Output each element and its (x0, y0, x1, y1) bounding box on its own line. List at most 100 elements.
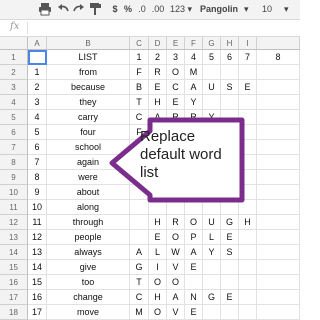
table-cell[interactable] (257, 200, 300, 215)
table-cell[interactable]: 3 (28, 95, 47, 110)
table-cell[interactable]: U (203, 80, 221, 95)
table-cell[interactable]: T (130, 95, 149, 110)
table-cell[interactable] (130, 200, 149, 215)
table-cell[interactable]: H (149, 215, 167, 230)
row-header[interactable]: 15 (0, 260, 28, 275)
row-header[interactable]: 12 (0, 215, 28, 230)
table-cell[interactable] (257, 215, 300, 230)
row-header[interactable]: 7 (0, 140, 28, 155)
table-cell[interactable] (257, 260, 300, 275)
table-cell[interactable] (257, 230, 300, 245)
table-cell[interactable]: R (185, 110, 203, 125)
table-cell[interactable]: E (185, 305, 203, 320)
column-header-g[interactable]: G (203, 37, 221, 50)
table-cell[interactable]: people (47, 230, 130, 245)
table-cell[interactable] (239, 245, 257, 260)
table-cell[interactable]: LIST (47, 50, 130, 65)
table-cell[interactable]: O (185, 215, 203, 230)
table-cell[interactable]: 17 (28, 305, 47, 320)
table-cell[interactable]: R (149, 65, 167, 80)
row-header[interactable]: 8 (0, 155, 28, 170)
table-cell[interactable]: change (47, 290, 130, 305)
table-cell[interactable] (185, 200, 203, 215)
table-cell[interactable]: E (221, 230, 239, 245)
row-header[interactable]: 14 (0, 245, 28, 260)
table-cell[interactable] (203, 200, 221, 215)
table-cell[interactable]: O (149, 305, 167, 320)
table-cell[interactable]: O (167, 230, 185, 245)
table-cell[interactable]: 2 (149, 50, 167, 65)
table-cell[interactable]: along (47, 200, 130, 215)
table-cell[interactable]: E (239, 80, 257, 95)
row-header[interactable]: 17 (0, 290, 28, 305)
table-cell[interactable]: S (221, 80, 239, 95)
table-cell[interactable] (257, 245, 300, 260)
row-header[interactable]: 18 (0, 305, 28, 320)
table-cell[interactable] (203, 305, 221, 320)
table-cell[interactable]: U (203, 215, 221, 230)
table-cell[interactable]: C (167, 80, 185, 95)
table-cell[interactable]: S (221, 245, 239, 260)
undo-icon[interactable] (56, 2, 70, 16)
table-cell[interactable] (257, 155, 300, 170)
table-cell[interactable] (239, 185, 257, 200)
table-cell[interactable]: 8 (28, 170, 47, 185)
decrease-decimal-button[interactable]: .0 (136, 2, 148, 16)
column-header-e[interactable]: E (167, 37, 185, 50)
table-cell[interactable]: they (47, 95, 130, 110)
table-cell[interactable]: H (239, 215, 257, 230)
table-cell[interactable]: L (149, 245, 167, 260)
table-cell[interactable]: again (47, 155, 130, 170)
table-cell[interactable] (221, 260, 239, 275)
table-cell[interactable] (149, 185, 167, 200)
select-all-corner[interactable] (0, 37, 28, 50)
percent-format-button[interactable]: % (123, 2, 133, 16)
row-header[interactable]: 1 (0, 50, 28, 65)
table-cell[interactable]: V (167, 305, 185, 320)
row-header[interactable]: 2 (0, 65, 28, 80)
table-cell[interactable]: 9 (28, 185, 47, 200)
column-header-c[interactable]: C (130, 37, 149, 50)
row-header[interactable]: 4 (0, 95, 28, 110)
table-cell[interactable]: C (130, 110, 149, 125)
table-cell[interactable]: H (149, 290, 167, 305)
table-cell[interactable] (167, 185, 185, 200)
table-cell[interactable]: 6 (221, 50, 239, 65)
table-cell[interactable]: about (47, 185, 130, 200)
table-cell[interactable] (257, 80, 300, 95)
table-cell[interactable]: E (185, 260, 203, 275)
table-cell[interactable] (257, 290, 300, 305)
table-cell[interactable]: E (149, 80, 167, 95)
row-header[interactable]: 13 (0, 230, 28, 245)
table-cell[interactable] (130, 215, 149, 230)
table-cell[interactable] (257, 110, 300, 125)
table-cell[interactable]: 3 (167, 50, 185, 65)
table-cell[interactable]: 8 (257, 50, 300, 65)
table-cell[interactable] (257, 125, 300, 140)
table-cell[interactable] (257, 65, 300, 80)
column-header-d[interactable]: D (149, 37, 167, 50)
table-cell[interactable]: O (167, 65, 185, 80)
table-cell[interactable]: C (130, 290, 149, 305)
print-icon[interactable] (38, 2, 52, 16)
table-cell[interactable] (221, 200, 239, 215)
table-cell[interactable]: 10 (28, 200, 47, 215)
row-header[interactable]: 11 (0, 200, 28, 215)
table-cell[interactable] (203, 185, 221, 200)
table-cell[interactable]: P (185, 230, 203, 245)
table-cell[interactable]: M (185, 65, 203, 80)
table-cell[interactable]: A (149, 110, 167, 125)
table-cell[interactable]: L (203, 230, 221, 245)
column-header-h[interactable]: H (221, 37, 239, 50)
table-cell[interactable] (185, 185, 203, 200)
table-cell[interactable]: 5 (203, 50, 221, 65)
table-cell[interactable]: 1 (130, 50, 149, 65)
column-header-b[interactable]: B (47, 37, 130, 50)
table-cell[interactable]: R (167, 110, 185, 125)
table-cell[interactable] (257, 95, 300, 110)
table-cell[interactable]: 1 (28, 65, 47, 80)
table-cell[interactable]: M (130, 305, 149, 320)
table-cell[interactable]: A (185, 80, 203, 95)
row-header[interactable]: 10 (0, 185, 28, 200)
table-cell[interactable]: A (130, 245, 149, 260)
